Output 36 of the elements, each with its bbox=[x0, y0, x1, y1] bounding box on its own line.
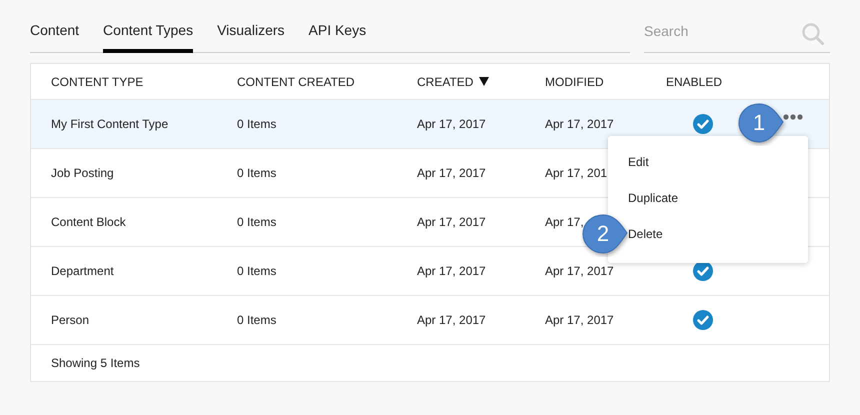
table-cell: Apr 17, 2017 bbox=[417, 264, 486, 278]
search-icon bbox=[802, 23, 824, 45]
menu-item[interactable]: Delete bbox=[628, 222, 663, 246]
table-cell: Apr 17, 2017 bbox=[545, 117, 614, 131]
table-cell: Job Posting bbox=[51, 166, 114, 180]
table-cell: Apr 17, 2017 bbox=[417, 166, 486, 180]
table-cell: Department bbox=[51, 264, 114, 278]
tab[interactable]: Content Types bbox=[103, 20, 194, 53]
search-field[interactable]: Search bbox=[644, 20, 830, 53]
table-cell: Apr 17, 2017 bbox=[545, 264, 614, 278]
tab[interactable]: Visualizers bbox=[217, 20, 285, 53]
column-header[interactable]: MODIFIED bbox=[545, 72, 604, 90]
table-cell: Apr 17, 201 bbox=[545, 166, 608, 180]
table-cell: Apr 17, 2017 bbox=[417, 313, 486, 327]
more-options-icon[interactable] bbox=[783, 114, 803, 120]
table-cell: Apr 17, 2017 bbox=[417, 117, 486, 131]
table-cell: Apr 17, 2017 bbox=[417, 215, 486, 229]
table-cell: Apr 17, bbox=[545, 215, 584, 229]
table-cell: Apr 17, 2017 bbox=[545, 313, 614, 327]
table-cell: 0 Items bbox=[237, 166, 276, 180]
sort-down-icon[interactable] bbox=[479, 77, 490, 86]
item-count: Showing 5 Items bbox=[51, 355, 140, 372]
tab[interactable]: API Keys bbox=[308, 20, 366, 53]
column-header[interactable]: CONTENT TYPE bbox=[51, 72, 144, 90]
table-cell: My First Content Type bbox=[51, 117, 168, 131]
column-header[interactable]: CONTENT CREATED bbox=[237, 72, 355, 90]
table-cell: 0 Items bbox=[237, 313, 276, 327]
menu-item[interactable]: Edit bbox=[628, 150, 649, 174]
table-cell: Person bbox=[51, 313, 90, 327]
table-cell: 0 Items bbox=[237, 117, 276, 131]
tab[interactable]: Content bbox=[30, 20, 80, 53]
table-cell: 0 Items bbox=[237, 264, 276, 278]
table-cell: 0 Items bbox=[237, 215, 276, 229]
table-cell: Content Block bbox=[51, 215, 126, 229]
column-header[interactable]: ENABLED bbox=[666, 72, 722, 90]
column-header[interactable]: CREATED bbox=[417, 72, 474, 90]
